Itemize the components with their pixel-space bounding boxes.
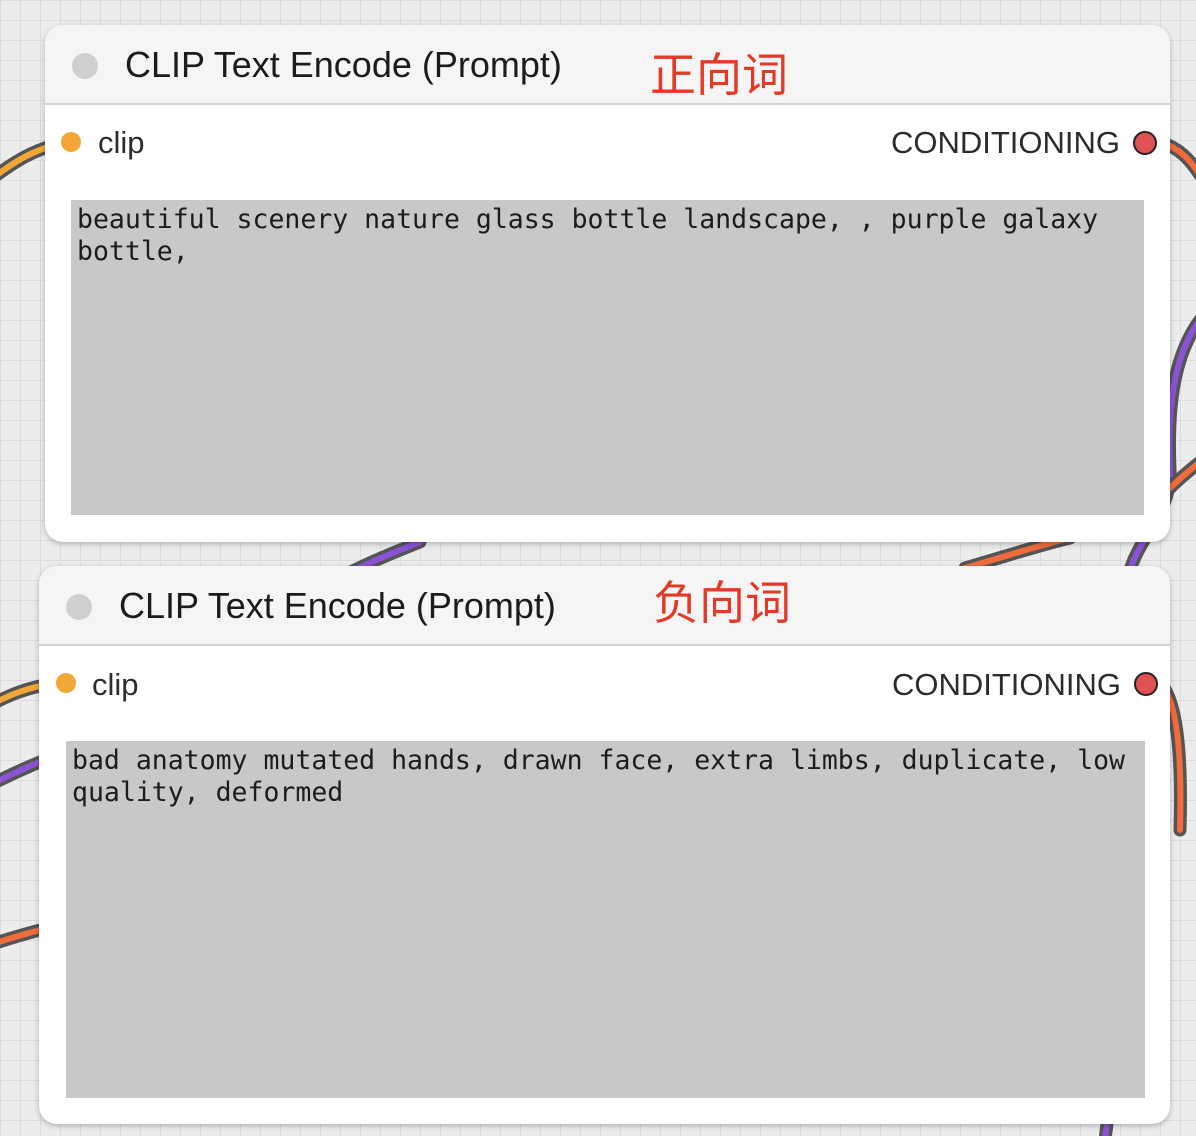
negative-prompt-annotation: 负向词 bbox=[653, 576, 791, 630]
clip-input-slot[interactable] bbox=[56, 673, 76, 693]
node-status-dot bbox=[72, 53, 98, 79]
conditioning-output-slot[interactable] bbox=[1133, 131, 1157, 155]
clip-text-encode-node-negative[interactable]: CLIP Text Encode (Prompt) 负向词 clip CONDI… bbox=[39, 566, 1170, 1124]
node-header[interactable]: CLIP Text Encode (Prompt) 正向词 bbox=[45, 25, 1170, 105]
node-header[interactable]: CLIP Text Encode (Prompt) 负向词 bbox=[39, 566, 1170, 646]
clip-input-label: clip bbox=[92, 667, 139, 702]
node-title: CLIP Text Encode (Prompt) bbox=[125, 44, 562, 85]
node-title: CLIP Text Encode (Prompt) bbox=[119, 585, 556, 626]
node-status-dot bbox=[66, 594, 92, 620]
prompt-text-input[interactable]: beautiful scenery nature glass bottle la… bbox=[71, 200, 1144, 515]
clip-input-label: clip bbox=[98, 125, 145, 160]
positive-prompt-annotation: 正向词 bbox=[650, 48, 788, 102]
conditioning-output-label: CONDITIONING bbox=[890, 125, 1120, 160]
clip-text-encode-node-positive[interactable]: CLIP Text Encode (Prompt) 正向词 clip CONDI… bbox=[45, 25, 1170, 542]
clip-input-slot[interactable] bbox=[61, 132, 81, 152]
conditioning-output-slot[interactable] bbox=[1134, 672, 1158, 696]
prompt-text-input[interactable]: bad anatomy mutated hands, drawn face, e… bbox=[66, 741, 1145, 1098]
conditioning-output-label: CONDITIONING bbox=[891, 667, 1121, 702]
